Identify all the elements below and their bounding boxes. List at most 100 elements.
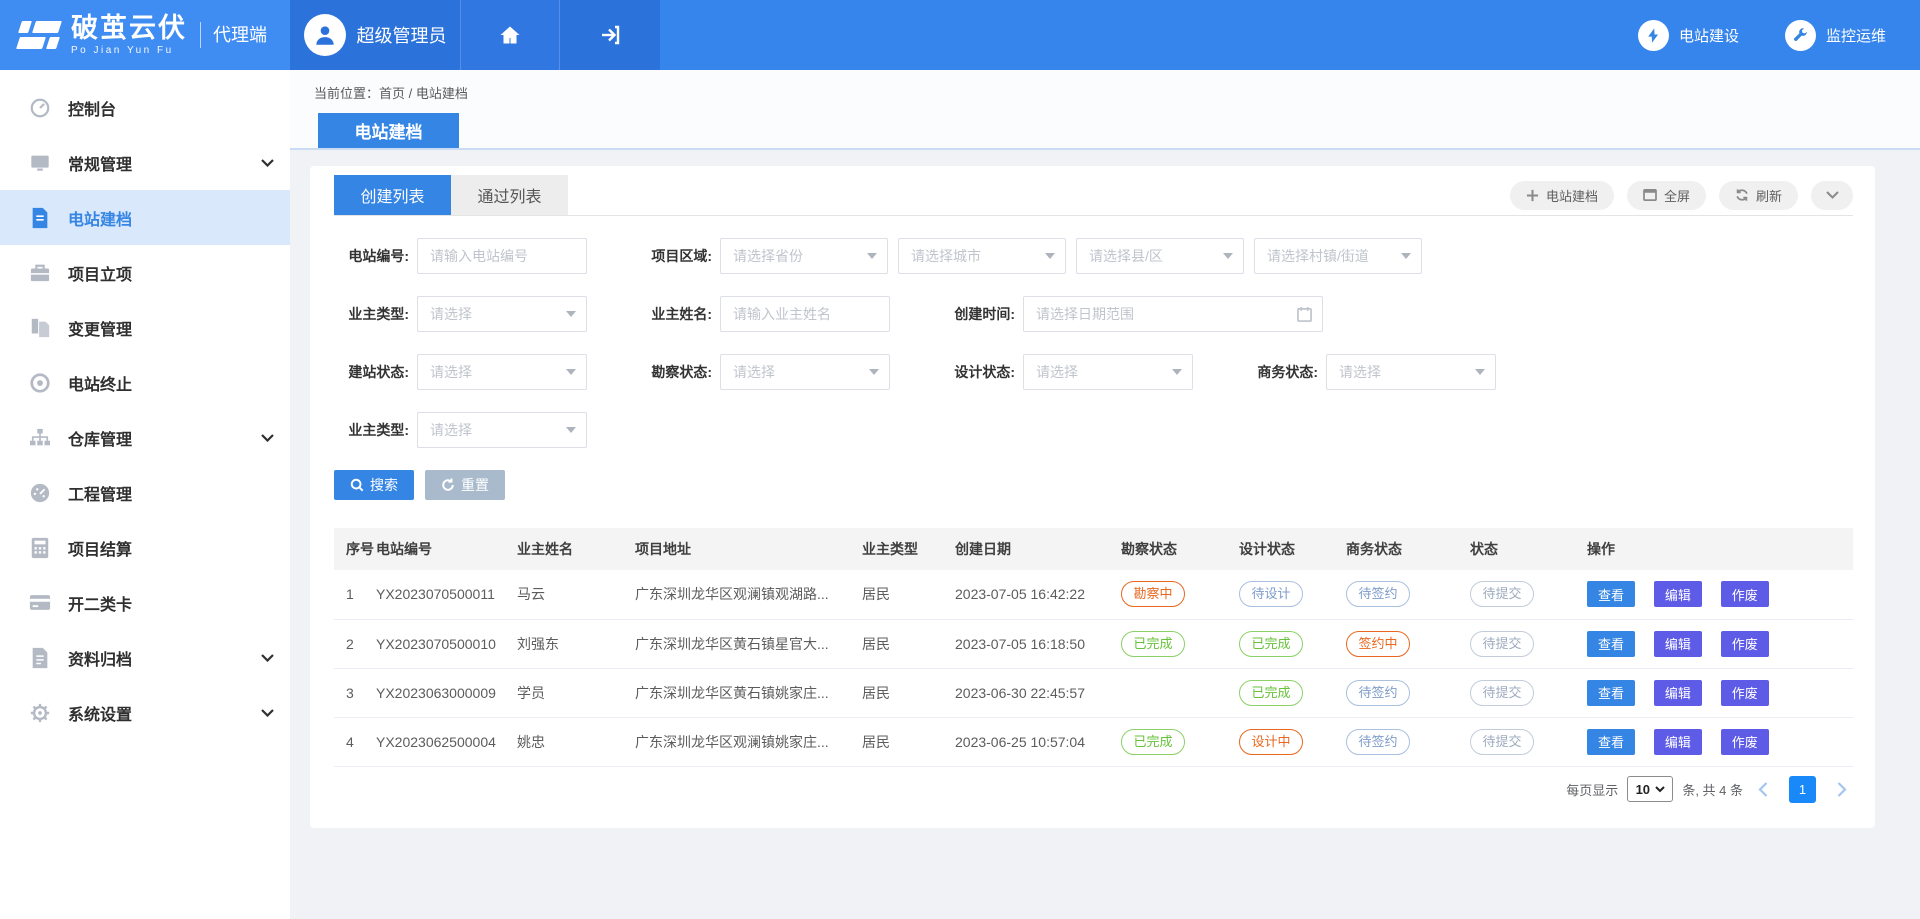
- status-badge: 待设计: [1239, 581, 1303, 607]
- status-badge: 待签约: [1346, 729, 1410, 755]
- filter-label: 项目区域:: [637, 246, 712, 266]
- filter-label: 业主类型:: [334, 304, 409, 324]
- edit-button[interactable]: 编辑: [1654, 729, 1702, 755]
- tab-create-list[interactable]: 创建列表: [334, 175, 451, 215]
- sidebar-item-project-initiation[interactable]: 项目立项: [0, 245, 290, 300]
- void-button[interactable]: 作废: [1721, 631, 1769, 657]
- filter-label: 勘察状态:: [637, 362, 712, 382]
- status-badge: 待提交: [1470, 581, 1534, 607]
- sidebar-item-project-settlement[interactable]: 项目结算: [0, 520, 290, 575]
- owner-name-input[interactable]: [720, 296, 890, 332]
- void-button[interactable]: 作废: [1721, 581, 1769, 607]
- sidebar-item-data-archive[interactable]: 资料归档: [0, 630, 290, 685]
- caret-down-icon: [566, 369, 576, 375]
- owner-type-select[interactable]: 请选择: [417, 296, 587, 332]
- file-icon: [27, 646, 53, 670]
- calculator-icon: [27, 536, 53, 560]
- shortcut-monitor-ops[interactable]: 监控运维: [1785, 20, 1886, 51]
- add-station-button[interactable]: 电站建档: [1510, 181, 1614, 210]
- sidebar: 控制台 常规管理 电站建档 项: [0, 70, 290, 919]
- pagination: 每页显示 10 条, 共 4 条 1: [334, 776, 1853, 803]
- sidebar-item-station-termination[interactable]: 电站终止: [0, 355, 290, 410]
- sidebar-item-system-settings[interactable]: 系统设置: [0, 685, 290, 740]
- caret-down-icon: [1655, 786, 1665, 793]
- chevron-down-icon: [1826, 191, 1839, 199]
- date-range-picker[interactable]: 请选择日期范围: [1023, 296, 1323, 332]
- view-button[interactable]: 查看: [1587, 631, 1635, 657]
- refresh-button[interactable]: 刷新: [1719, 181, 1798, 210]
- toolbar: 电站建档 全屏 刷新: [1510, 175, 1853, 215]
- chevron-left-icon: [1758, 782, 1768, 797]
- caret-down-icon: [1045, 253, 1055, 259]
- table-row: 4 YX2023062500004 姚忠 广东深圳龙华区观澜镇姚家庄... 居民…: [334, 717, 1853, 766]
- owner-type2-select[interactable]: 请选择: [417, 412, 587, 448]
- sidebar-item-warehouse-mgmt[interactable]: 仓库管理: [0, 410, 290, 465]
- design-status-select[interactable]: 请选择: [1023, 354, 1193, 390]
- build-status-select[interactable]: 请选择: [417, 354, 587, 390]
- target-icon: [27, 371, 53, 395]
- province-select[interactable]: 请选择省份: [720, 238, 888, 274]
- breadcrumb: 当前位置：首页 / 电站建档: [290, 70, 1920, 102]
- edit-button[interactable]: 编辑: [1654, 680, 1702, 706]
- per-page-select[interactable]: 10: [1627, 776, 1673, 802]
- filter-form: 电站编号: 项目区域: 请选择省份 请选择城市: [334, 216, 1853, 500]
- caret-down-icon: [1172, 369, 1182, 375]
- search-icon: [350, 478, 364, 492]
- home-icon: [498, 23, 522, 47]
- table-header-row: 序号 电站编号 业主姓名 项目地址 业主类型 创建日期 勘察状态 设计状态 商务…: [334, 528, 1853, 570]
- station-id: YX2023070500010: [376, 619, 517, 668]
- reset-button[interactable]: 重置: [425, 470, 505, 500]
- shortcut-station-build[interactable]: 电站建设: [1638, 20, 1739, 51]
- status-badge: 待提交: [1470, 631, 1534, 657]
- avatar: [304, 14, 346, 56]
- nav-shortcuts: 电站建设 监控运维: [1638, 0, 1920, 70]
- user-menu[interactable]: 超级管理员: [290, 0, 460, 70]
- sidebar-item-station-filing[interactable]: 电站建档: [0, 190, 290, 245]
- status-badge: 已完成: [1239, 631, 1303, 657]
- next-page-button[interactable]: [1831, 782, 1853, 797]
- sidebar-item-general-mgmt[interactable]: 常规管理: [0, 135, 290, 190]
- view-button[interactable]: 查看: [1587, 729, 1635, 755]
- view-button[interactable]: 查看: [1587, 581, 1635, 607]
- sidebar-item-engineering-mgmt[interactable]: 工程管理: [0, 465, 290, 520]
- collapse-toolbar-button[interactable]: [1811, 181, 1853, 210]
- void-button[interactable]: 作废: [1721, 729, 1769, 755]
- page-1-button[interactable]: 1: [1789, 776, 1816, 803]
- city-select[interactable]: 请选择城市: [898, 238, 1066, 274]
- sidebar-item-console[interactable]: 控制台: [0, 80, 290, 135]
- station-no-field[interactable]: [430, 248, 576, 264]
- app: 破茧云伏 Po Jian Yun Fu 代理端 超级管理员 电站建设: [0, 0, 1920, 919]
- search-button[interactable]: 搜索: [334, 470, 414, 500]
- list-tab-row: 创建列表 通过列表 电站建档 全屏 刷新: [334, 175, 1853, 216]
- table-row: 1 YX2023070500011 马云 广东深圳龙华区观澜镇观湖路... 居民…: [334, 570, 1853, 619]
- station-no-input[interactable]: [417, 238, 587, 274]
- county-select[interactable]: 请选择县/区: [1076, 238, 1244, 274]
- void-button[interactable]: 作废: [1721, 680, 1769, 706]
- view-button[interactable]: 查看: [1587, 680, 1635, 706]
- business-status-select[interactable]: 请选择: [1326, 354, 1496, 390]
- chevron-right-icon: [1837, 782, 1847, 797]
- per-page-label: 每页显示: [1566, 780, 1618, 799]
- fullscreen-button[interactable]: 全屏: [1627, 181, 1706, 210]
- caret-down-icon: [566, 311, 576, 317]
- status-badge: 勘察中: [1121, 581, 1185, 607]
- edit-button[interactable]: 编辑: [1654, 631, 1702, 657]
- sidebar-item-type2-card[interactable]: 开二类卡: [0, 575, 290, 630]
- top-nav: 破茧云伏 Po Jian Yun Fu 代理端 超级管理员 电站建设: [0, 0, 1920, 70]
- page-tab-station-filing[interactable]: 电站建档: [318, 113, 459, 148]
- owner-name-field[interactable]: [733, 306, 879, 322]
- tab-passed-list[interactable]: 通过列表: [451, 175, 568, 215]
- logout-button[interactable]: [560, 0, 660, 70]
- prev-page-button[interactable]: [1752, 782, 1774, 797]
- status-badge: 待签约: [1346, 680, 1410, 706]
- station-table: 序号 电站编号 业主姓名 项目地址 业主类型 创建日期 勘察状态 设计状态 商务…: [334, 528, 1853, 767]
- filter-label: 业主姓名:: [637, 304, 712, 324]
- home-button[interactable]: [460, 0, 560, 70]
- caret-down-icon: [1401, 253, 1411, 259]
- filter-label: 建站状态:: [334, 362, 409, 382]
- sidebar-item-change-mgmt[interactable]: 变更管理: [0, 300, 290, 355]
- content: 当前位置：首页 / 电站建档 电站建档 创建列表 通过列表 电站建档: [290, 70, 1920, 919]
- survey-status-select[interactable]: 请选择: [720, 354, 890, 390]
- town-select[interactable]: 请选择村镇/街道: [1254, 238, 1422, 274]
- edit-button[interactable]: 编辑: [1654, 581, 1702, 607]
